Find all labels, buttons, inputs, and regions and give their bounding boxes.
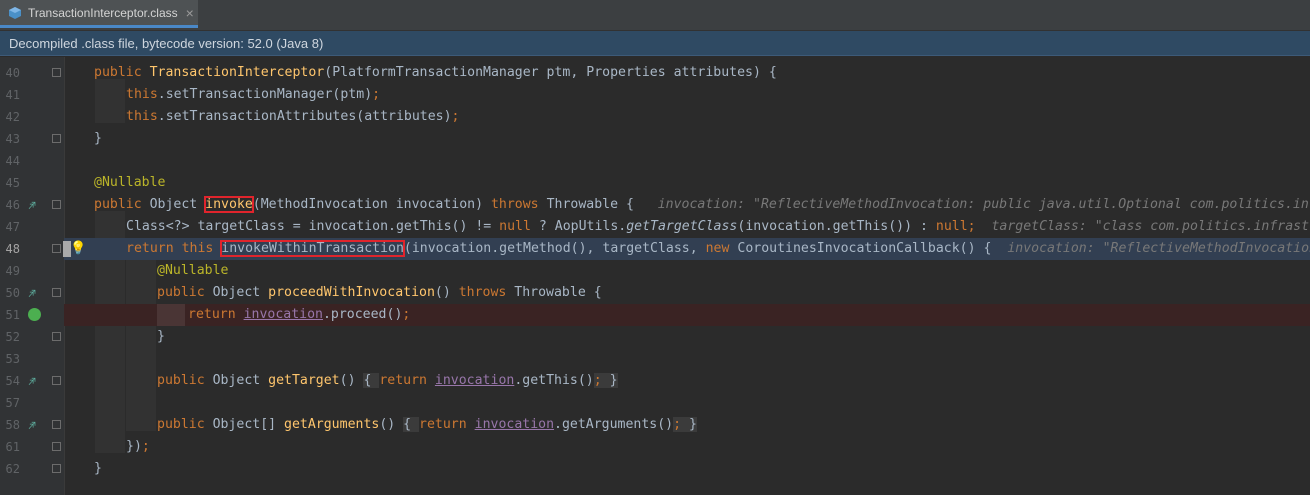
code-line: 52 }: [0, 326, 1310, 348]
code-text: }: [94, 461, 102, 476]
code-text: public TransactionInterceptor(PlatformTr…: [94, 65, 777, 80]
fold-icon[interactable]: [52, 68, 61, 77]
code-line: 51 return invocation.proceed();: [0, 304, 1310, 326]
override-marker-icon[interactable]: ♐: [25, 198, 39, 212]
line-number: 41: [5, 88, 20, 102]
annotation: @Nullable: [94, 175, 166, 190]
decompiled-banner: Decompiled .class file, bytecode version…: [0, 31, 1310, 56]
code-text: this.setTransactionAttributes(attributes…: [126, 109, 460, 124]
fold-icon[interactable]: [52, 134, 61, 143]
code-line: 57: [0, 392, 1310, 414]
code-editor[interactable]: 40 public TransactionInterceptor(Platfor…: [0, 57, 1310, 495]
code-line: 54 ♐ public Object getTarget() { return …: [0, 370, 1310, 392]
line-number: 58: [5, 418, 20, 432]
code-text: public Object proceedWithInvocation() th…: [157, 285, 602, 300]
debug-inline-value: invocation: "ReflectiveMethodInvocation:…: [657, 197, 1310, 212]
line-number: 50: [5, 286, 20, 300]
code-line: 61 });: [0, 436, 1310, 458]
invoke-within-transaction-highlight: invokeWithinTransaction: [220, 240, 405, 257]
line-number: 48: [5, 242, 20, 256]
fold-icon[interactable]: [52, 332, 61, 341]
line-number: 40: [5, 66, 20, 80]
code-text: Class<?> targetClass = invocation.getThi…: [126, 216, 1310, 238]
code-text: this.setTransactionManager(ptm);: [126, 87, 381, 102]
code-line: 46 ♐ public Object invoke(MethodInvocati…: [0, 194, 1310, 216]
code-line: 58 ♐ public Object[] getArguments() { re…: [0, 414, 1310, 436]
breakpoint-icon[interactable]: [28, 308, 41, 321]
indent-marker: [157, 304, 185, 326]
code-line: 48 💡 return this invokeWithinTransaction…: [0, 238, 1310, 260]
code-text: public Object invoke(MethodInvocation in…: [94, 194, 1310, 216]
code-text: });: [126, 439, 150, 454]
code-line: 44: [0, 150, 1310, 172]
code-text: public Object[] getArguments() { return …: [157, 417, 697, 432]
code-text: return this invokeWithinTransaction(invo…: [126, 238, 1310, 260]
fold-icon[interactable]: [52, 200, 61, 209]
line-number: 62: [5, 462, 20, 476]
code-line: 41 this.setTransactionManager(ptm);: [0, 84, 1310, 106]
fold-expand-icon[interactable]: [52, 420, 61, 429]
code-line: 47 Class<?> targetClass = invocation.get…: [0, 216, 1310, 238]
debug-inline-value: invocation: "ReflectiveMethodInvocation:: [1007, 241, 1310, 256]
invoke-method-highlight: invoke: [204, 196, 254, 213]
tab-label: TransactionInterceptor.class: [28, 5, 178, 20]
code-text: return invocation.proceed();: [188, 307, 411, 322]
code-line: 40 public TransactionInterceptor(Platfor…: [0, 62, 1310, 84]
editor-tab-bar: TransactionInterceptor.class ×: [0, 0, 1310, 31]
line-number: 49: [5, 264, 20, 278]
line-number: 54: [5, 374, 20, 388]
code-line: 42 this.setTransactionAttributes(attribu…: [0, 106, 1310, 128]
code-text: }: [157, 329, 165, 344]
line-number: 61: [5, 440, 20, 454]
line-number: 57: [5, 396, 20, 410]
line-number: 44: [5, 154, 20, 168]
code-line: 45 @Nullable: [0, 172, 1310, 194]
code-text: public Object getTarget() { return invoc…: [157, 373, 618, 388]
annotation: @Nullable: [157, 263, 229, 278]
fold-icon[interactable]: [52, 288, 61, 297]
banner-text: Decompiled .class file, bytecode version…: [9, 35, 324, 51]
line-number: 45: [5, 176, 20, 190]
line-number: 53: [5, 352, 20, 366]
code-line: 49 @Nullable: [0, 260, 1310, 282]
code-line: 50 ♐ public Object proceedWithInvocation…: [0, 282, 1310, 304]
debug-inline-value: targetClass: "class com.politics.infrast…: [991, 219, 1310, 234]
line-number: 46: [5, 198, 20, 212]
line-number: 43: [5, 132, 20, 146]
line-number: 47: [5, 220, 20, 234]
class-file-icon: [9, 6, 21, 19]
code-line: 43 }: [0, 128, 1310, 150]
tab-transaction-interceptor[interactable]: TransactionInterceptor.class ×: [0, 0, 198, 28]
fold-icon[interactable]: [52, 464, 61, 473]
close-icon[interactable]: ×: [186, 5, 194, 21]
lightbulb-icon[interactable]: 💡: [70, 242, 86, 256]
fold-icon[interactable]: [52, 442, 61, 451]
code-line: 53: [0, 348, 1310, 370]
implementation-marker-icon[interactable]: ♐: [25, 418, 39, 432]
fold-icon[interactable]: [52, 244, 61, 253]
line-number: 51: [5, 308, 20, 322]
code-text: }: [94, 131, 102, 146]
implementation-marker-icon[interactable]: ♐: [25, 374, 39, 388]
fold-expand-icon[interactable]: [52, 376, 61, 385]
code-line: 62 }: [0, 458, 1310, 480]
line-number: 52: [5, 330, 20, 344]
implementation-marker-icon[interactable]: ♐: [25, 286, 39, 300]
line-number: 42: [5, 110, 20, 124]
